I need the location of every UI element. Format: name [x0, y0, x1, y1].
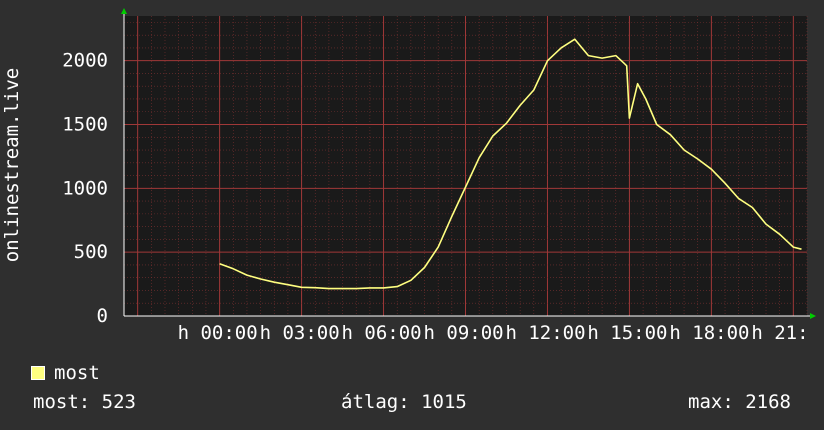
x-tick-label: h 15:00: [587, 322, 667, 344]
x-tick-label: h 00:00: [178, 322, 258, 344]
x-tick-label: h 12:00: [505, 322, 585, 344]
y-tick-labels: 0 500 1000 1500 2000: [62, 50, 108, 327]
x-tick-label: h 18:00: [669, 322, 749, 344]
legend-swatch-icon: [31, 366, 45, 380]
y-axis-label: onlinestream.live: [1, 67, 23, 263]
line-chart: 0500100015002000 h 00:00 h 03:00 h 06:00 h …: [62, 8, 816, 344]
y-tick-label: 2000: [62, 50, 108, 72]
y-tick-label: 1000: [62, 177, 108, 199]
y-tick-label: 0: [97, 305, 108, 327]
legend-label: most: [54, 362, 100, 384]
stat-average: átlag: 1015: [341, 391, 467, 413]
legend: most: [31, 362, 100, 384]
y-tick-label: 500: [74, 241, 108, 263]
y-tick-label: 1500: [62, 114, 108, 136]
x-tick-label: h 03:00: [260, 322, 340, 344]
x-tick-label: h 06:00: [342, 322, 422, 344]
stat-max: max: 2168: [688, 391, 791, 413]
stats-row: most: 523 átlag: 1015 max: 2168: [0, 391, 824, 415]
x-tick-label: h 21:: [751, 322, 808, 344]
y-axis-arrow-icon: [121, 8, 127, 14]
x-axis-arrow-icon: [810, 313, 816, 319]
stat-current: most: 523: [33, 391, 136, 413]
x-tick-labels: h 00:00 h 03:00 h 06:00 h 09:00 h 12:00 h 15:…: [178, 322, 809, 344]
x-tick-label: h 09:00: [424, 322, 504, 344]
